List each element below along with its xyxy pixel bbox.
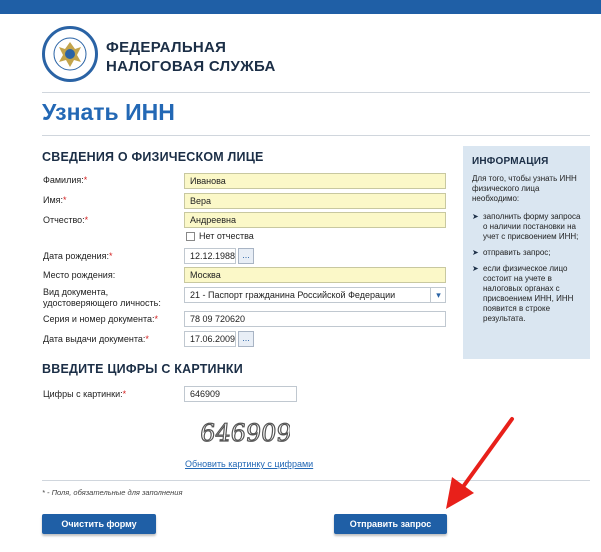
surname-label: Фамилия:*: [43, 175, 88, 185]
captcha-label: Цифры с картинки:*: [43, 389, 127, 399]
info-list: ➤ заполнить форму запроса о наличии поста…: [472, 212, 582, 324]
chevron-down-icon[interactable]: ▾: [430, 288, 446, 303]
brand-line-2: НАЛОГОВАЯ СЛУЖБА: [106, 58, 276, 75]
birth-date-input[interactable]: 12.12.1988: [184, 248, 236, 264]
captcha-image: 646909: [198, 415, 294, 456]
doc-date-calendar-button[interactable]: ...: [238, 331, 254, 347]
no-patronymic-checkbox[interactable]: [186, 232, 195, 241]
chevron-right-icon: ➤: [472, 248, 479, 257]
birth-date-calendar-button[interactable]: ...: [238, 248, 254, 264]
doc-date-input[interactable]: 17.06.2009: [184, 331, 236, 347]
name-input[interactable]: Вера: [184, 193, 446, 209]
header-divider: [42, 92, 590, 93]
patronymic-label: Отчество:*: [43, 215, 89, 225]
chevron-right-icon: ➤: [472, 212, 479, 221]
red-arrow-annotation: [430, 415, 520, 520]
required-footnote: * - Поля, обязательные для заполнения: [42, 488, 183, 497]
title-divider: [42, 135, 590, 136]
brand-name[interactable]: ФЕДЕРАЛЬНАЯ НАЛОГОВАЯ СЛУЖБА: [106, 38, 276, 76]
birth-place-input[interactable]: Москва: [184, 267, 446, 283]
doc-number-label: Серия и номер документа:*: [43, 314, 159, 324]
refresh-captcha-link[interactable]: Обновить картинку с цифрами: [185, 459, 313, 469]
doc-date-label: Дата выдачи документа:*: [43, 334, 149, 344]
info-title: ИНФОРМАЦИЯ: [472, 156, 549, 167]
brand-line-1: ФЕДЕРАЛЬНАЯ: [106, 39, 227, 56]
birth-place-label: Место рождения:: [43, 270, 116, 280]
doc-type-label: Вид документа, удостоверяющего личность:: [43, 287, 161, 308]
clear-form-button[interactable]: Очистить форму: [42, 514, 156, 534]
info-panel: ИНФОРМАЦИЯ Для того, чтобы узнать ИНН фи…: [463, 146, 590, 359]
doc-type-select[interactable]: 21 - Паспорт гражданина Российской Федер…: [184, 287, 446, 303]
top-bar: [0, 0, 601, 14]
surname-input[interactable]: Иванова: [184, 173, 446, 189]
captcha-input[interactable]: 646909: [184, 386, 297, 402]
info-list-item: ➤ если физическое лицо состоит на учете в…: [472, 264, 574, 323]
chevron-right-icon: ➤: [472, 264, 479, 273]
info-list-item: ➤ отправить запрос;: [472, 248, 551, 257]
doc-number-input[interactable]: 78 09 720620: [184, 311, 446, 327]
captcha-image-text: 646909: [200, 419, 290, 447]
info-list-item: ➤ заполнить форму запроса о наличии поста…: [472, 212, 581, 241]
captcha-section-title: ВВЕДИТЕ ЦИФРЫ С КАРТИНКИ: [42, 362, 243, 376]
personal-section-title: СВЕДЕНИЯ О ФИЗИЧЕСКОМ ЛИЦЕ: [42, 150, 264, 164]
patronymic-input[interactable]: Андреевна: [184, 212, 446, 228]
fns-emblem-logo[interactable]: [42, 26, 98, 82]
name-label: Имя:*: [43, 195, 67, 205]
info-intro: Для того, чтобы узнать ИНН физического л…: [472, 174, 577, 203]
no-patronymic-label: Нет отчества: [199, 231, 254, 241]
page-title: Узнать ИНН: [42, 99, 175, 125]
birth-date-label: Дата рождения:*: [43, 251, 113, 261]
